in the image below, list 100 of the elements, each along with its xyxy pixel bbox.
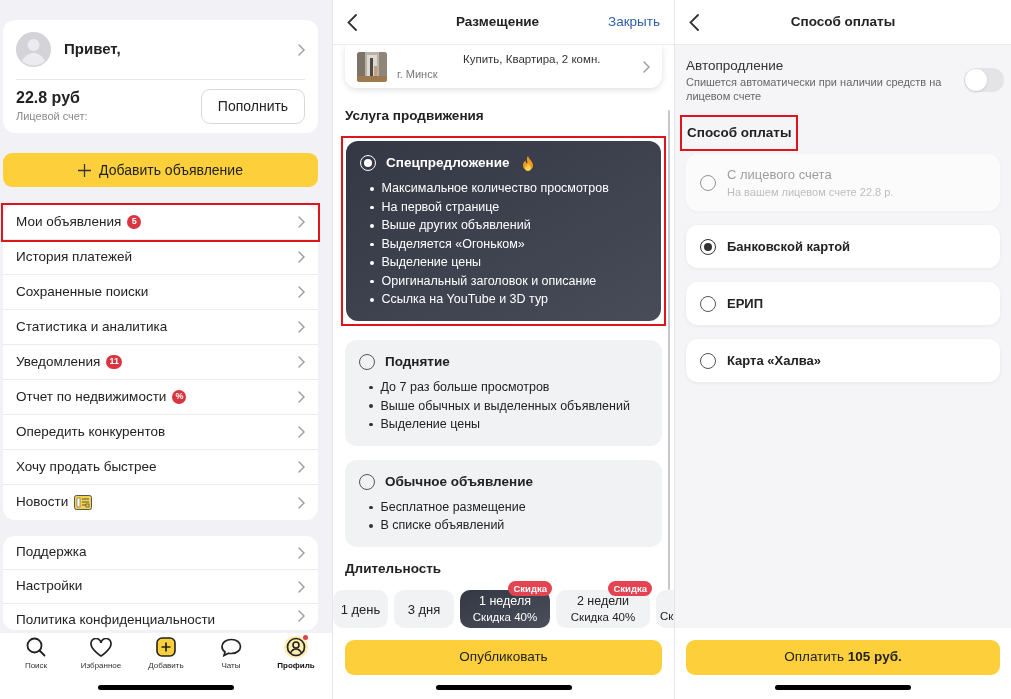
setting-title: Автопродление <box>686 57 785 75</box>
balance-amount: 22.8 руб <box>16 88 81 109</box>
discount-text: Ск <box>660 608 674 624</box>
profile-icon <box>286 637 306 657</box>
menu-item[interactable]: Опередить конкурентов <box>3 415 318 450</box>
count-badge: % <box>172 390 187 404</box>
menu-item[interactable]: Новости <box>3 485 318 520</box>
section-heading: Услуга продвижения <box>345 107 485 125</box>
newspaper-icon <box>74 495 93 510</box>
bullet-icon <box>370 224 374 228</box>
tab-bar-item[interactable]: Избранное <box>75 636 127 672</box>
close-link[interactable]: Закрыть <box>608 11 660 33</box>
feature-text: В списке объявлений <box>380 517 505 535</box>
count-badge: 5 <box>127 215 142 229</box>
chevron-icon <box>298 610 305 622</box>
back-icon[interactable] <box>689 13 699 31</box>
bullet-icon <box>370 242 374 246</box>
bullet-icon <box>370 205 374 209</box>
screen-title: Способ оплаты <box>789 12 897 31</box>
bullet-icon <box>370 279 374 283</box>
menu-item[interactable]: Статистика и аналитика <box>3 310 318 345</box>
listing-card[interactable]: Купить, Квартира, 2 комн. г. Минск <box>345 45 662 88</box>
feature-text: Максимальное количество просмотров <box>381 180 609 198</box>
bullet-icon <box>369 404 373 408</box>
feature-text: Выделение цены <box>381 254 482 272</box>
chevron-icon <box>298 321 305 333</box>
count-badge: 11 <box>106 355 122 369</box>
chevron-icon <box>298 356 305 368</box>
add-listing-button[interactable]: Добавить объявление <box>3 153 318 187</box>
bullet-icon <box>370 298 374 302</box>
heart-icon <box>90 637 112 657</box>
duration-chip[interactable]: 3 дня <box>394 590 454 628</box>
feature-text: Оригинальный заголовок и описание <box>381 272 597 290</box>
chevron-icon <box>298 43 305 56</box>
publish-button[interactable]: Опубликовать <box>345 640 662 675</box>
method-label: С лицевого счета <box>727 165 833 184</box>
feature-text: Бесплатное размещение <box>380 498 526 516</box>
listing-city: г. Минск <box>397 66 439 82</box>
menu-item[interactable]: История платежей <box>3 240 318 275</box>
top-up-button[interactable]: Пополнить <box>201 89 305 124</box>
menu-item[interactable]: Хочу продать быстрее <box>3 450 318 485</box>
greeting-text: Привет, <box>64 39 122 60</box>
chevron-icon <box>298 546 305 559</box>
feature-text: На первой странице <box>381 198 500 216</box>
plus-square-icon <box>156 637 176 657</box>
duration-chip[interactable]: 1 день <box>333 590 388 628</box>
chevron-icon <box>298 391 305 403</box>
method-label: ЕРИП <box>727 295 764 313</box>
feature-text: До 7 раз больше просмотров <box>380 379 550 397</box>
discount-text: Скидка 40% <box>472 610 538 626</box>
menu-item[interactable]: Поддержка <box>3 536 318 570</box>
chevron-icon <box>298 496 305 509</box>
method-label: Карта «Халва» <box>727 352 821 370</box>
chevron-icon <box>298 286 305 298</box>
tab-bar-item[interactable]: Поиск <box>10 636 62 672</box>
chevron-icon <box>643 60 650 73</box>
screen-title: Размещение <box>454 12 541 31</box>
promotion-option-card[interactable]: Поднятие До 7 раз больше просмотров Выше обычных и выделенных объявлений Выделение цены <box>345 340 662 446</box>
chevron-icon <box>298 461 305 473</box>
chevron-icon <box>298 426 305 438</box>
menu-item[interactable]: Уведомления 11 <box>3 345 318 380</box>
discount-text: Скидка 40% <box>570 610 636 626</box>
method-label: Банковской картой <box>727 238 851 256</box>
bullet-icon <box>370 187 374 191</box>
method-note: На вашем лицевом счете 22.8 р. <box>727 185 894 201</box>
tab-bar-item[interactable]: Чаты <box>205 636 257 672</box>
tab-bar-item[interactable]: Добавить <box>140 636 192 672</box>
listing-title: Купить, Квартира, 2 комн. <box>462 51 602 67</box>
menu-item[interactable]: Сохраненные поиски <box>3 275 318 310</box>
chevron-icon <box>298 251 305 263</box>
pay-button[interactable]: Оплатить 105 руб. <box>686 640 1000 675</box>
section-heading: Способ оплаты <box>680 115 799 152</box>
payment-method-card[interactable]: Карта «Халва» <box>686 339 1000 383</box>
bullet-icon <box>369 524 373 528</box>
payment-method-card[interactable]: ЕРИП <box>686 282 1000 326</box>
toggle-switch[interactable] <box>964 68 1004 92</box>
menu-item[interactable]: Мои объявления 5 <box>3 205 318 240</box>
bullet-icon <box>369 385 373 390</box>
tab-bar-item[interactable]: Профиль <box>270 636 322 672</box>
feature-text: Выделяется «Огоньком» <box>381 235 525 253</box>
menu-item[interactable]: Политика конфиденциальности <box>3 604 318 630</box>
chevron-icon <box>298 580 305 593</box>
payment-method-card[interactable]: Банковской картой <box>686 225 1000 269</box>
discount-tag: Скидка <box>508 581 552 597</box>
avatar-icon <box>16 32 51 67</box>
search-icon <box>26 637 46 657</box>
bullet-icon <box>370 261 374 265</box>
duration-chip[interactable]: Ск <box>656 590 674 628</box>
account-label: Лицевой счет: <box>16 109 89 125</box>
menu-item[interactable]: Отчет по недвижимости % <box>3 380 318 415</box>
feature-text: Ссылка на YouTube и 3D тур <box>381 291 548 309</box>
discount-tag: Скидка <box>608 581 652 597</box>
back-icon[interactable] <box>347 13 357 31</box>
chevron-icon <box>298 216 305 228</box>
promotion-option-card[interactable]: Обычное объявление Бесплатное размещение В списке объявлений <box>345 459 662 547</box>
promotion-option-card[interactable]: Спецпредложение Максимальное количество просмотров На первой странице Выше других объявлений Выделяется «Огоньком» Выделение цены Оригинальный заголовок и описание Ссылка на YouTube и 3D тур <box>346 141 661 321</box>
feature-text: Выделение цены <box>380 416 481 434</box>
menu-item[interactable]: Настройки <box>3 570 318 604</box>
setting-description: Спишется автоматически при наличии средств на лицевом счете <box>686 75 943 103</box>
plus-icon <box>78 163 92 177</box>
